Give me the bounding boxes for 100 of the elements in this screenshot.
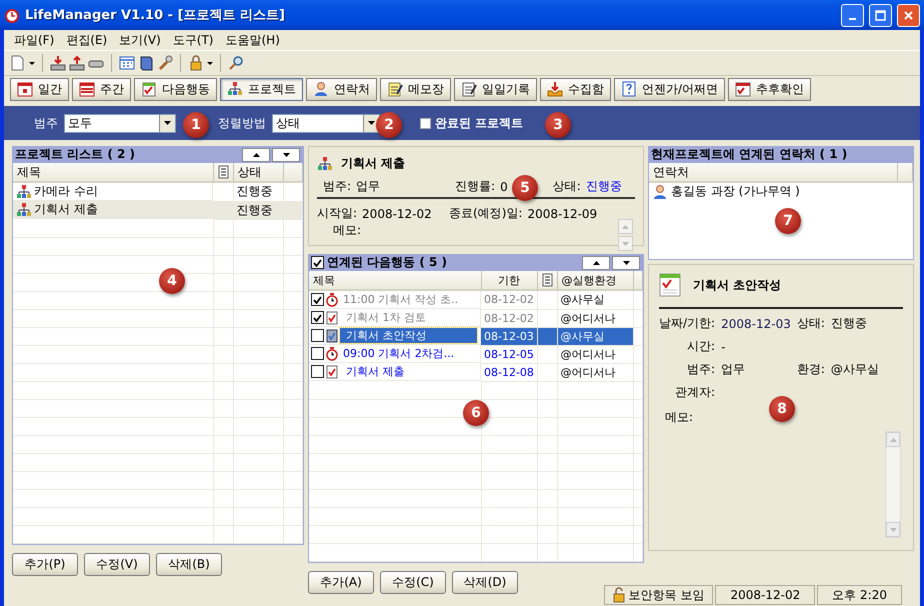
task-icon	[326, 364, 338, 378]
checkbox[interactable]	[420, 118, 431, 128]
action-button[interactable]: 추가(P)	[12, 552, 78, 576]
sort-dropdown[interactable]: 상태	[272, 114, 380, 132]
calendar-icon[interactable]	[119, 55, 135, 71]
stopwatch-icon	[326, 346, 338, 360]
wrench-icon[interactable]	[157, 55, 173, 71]
document-icon[interactable]	[10, 55, 26, 71]
field-label: 관계자:	[675, 384, 716, 401]
action-button[interactable]: 수정(C)	[380, 570, 446, 594]
scroll-up-button[interactable]	[582, 256, 610, 270]
tray-download-icon[interactable]	[50, 55, 66, 71]
tray-upload-icon[interactable]	[69, 55, 85, 71]
list-icon	[542, 273, 552, 287]
search-icon[interactable]	[228, 55, 244, 71]
minimize-button[interactable]	[841, 4, 864, 26]
checkbox[interactable]	[311, 365, 324, 378]
app-logo-icon	[4, 7, 20, 23]
nav-button[interactable]: 추후확인	[728, 78, 812, 100]
menu-item[interactable]: 파일(F)	[8, 32, 60, 48]
menu-item[interactable]: 보기(V)	[113, 32, 167, 48]
menu-item[interactable]: 도구(T)	[166, 32, 220, 48]
project-title: 기획서 제출	[341, 155, 406, 172]
field-value: 2008-12-02	[362, 206, 433, 220]
column-header[interactable]: 제목	[13, 163, 213, 182]
scroll-up-button[interactable]	[242, 148, 270, 162]
column-header[interactable]: 연락처	[649, 163, 897, 182]
checkbox[interactable]	[311, 256, 324, 269]
minimize-icon	[849, 18, 856, 20]
down-arrow-icon	[622, 260, 630, 264]
column-header[interactable]: 제목	[309, 271, 481, 290]
field-label: 상태:	[552, 178, 581, 195]
status-text: 보안항목 보임	[628, 586, 704, 604]
nav-button[interactable]: 주간	[72, 78, 131, 100]
caret-icon[interactable]	[207, 62, 213, 64]
column-header[interactable]: 기한	[481, 271, 537, 290]
close-button[interactable]	[897, 4, 920, 26]
sort-label: 정렬방법	[218, 114, 266, 132]
nav-button[interactable]: 일일기록	[454, 78, 537, 100]
action-button[interactable]: 삭제(D)	[452, 570, 518, 594]
column-header[interactable]: @실행환경	[557, 271, 633, 290]
dropdown-arrow-icon[interactable]	[164, 121, 171, 125]
inbox-icon	[547, 81, 563, 97]
nav-button[interactable]: 연락처	[306, 78, 377, 100]
action-title[interactable]: 11:00 기획서 작성 초..	[340, 292, 477, 307]
checkbox[interactable]	[311, 311, 324, 324]
checklist-icon	[659, 273, 681, 297]
field-label: 시간:	[687, 338, 716, 355]
field-label: 환경:	[796, 361, 825, 378]
checklist-icon	[141, 81, 157, 97]
person-icon	[313, 81, 329, 97]
nav-button[interactable]: 언젠가/어쩌면	[614, 78, 726, 100]
check-icon	[313, 296, 322, 304]
action-title[interactable]: 09:00 기획서 2차검...	[340, 346, 477, 361]
checkbox[interactable]	[311, 329, 324, 342]
menu-item[interactable]: 도움말(H)	[220, 32, 286, 48]
nav-button[interactable]: 수집함	[540, 78, 611, 100]
table-cell: 08-12-08	[481, 363, 537, 381]
scroll-down-button[interactable]	[612, 256, 640, 270]
field-label: 종료(예정)일:	[449, 205, 522, 222]
action-title[interactable]: 기획서 초안작성	[340, 328, 477, 343]
nav-button[interactable]: 프로젝트	[220, 78, 303, 100]
nav-button[interactable]: 일간	[10, 78, 69, 100]
notepad-icon	[461, 81, 477, 97]
field-value: 업무	[356, 178, 382, 195]
callout-marker: 8	[769, 396, 795, 422]
checkbox[interactable]	[311, 347, 324, 360]
action-title[interactable]: 기획서 1차 검토	[340, 310, 477, 325]
category-dropdown[interactable]: 모두	[64, 114, 176, 132]
action-title[interactable]: 기획서 제출	[340, 364, 477, 379]
nav-button[interactable]: 다음행동	[134, 78, 217, 100]
nav-button[interactable]: 메모장	[380, 78, 451, 100]
column-header[interactable]: 상태	[233, 163, 283, 182]
table-cell: 카메라 수리	[34, 183, 98, 200]
caret-icon[interactable]	[29, 62, 35, 64]
field-value: 2008-12-09	[527, 206, 598, 220]
action-button[interactable]: 수정(V)	[84, 552, 150, 576]
calendar-icon	[17, 81, 33, 97]
down-arrow-icon	[890, 528, 896, 532]
close-icon	[903, 10, 914, 20]
action-button[interactable]: 추가(A)	[308, 570, 374, 594]
project-row[interactable]: 기획서 제출	[13, 201, 213, 219]
menu-item[interactable]: 편집(E)	[60, 32, 114, 48]
hierarchy-icon	[16, 184, 32, 200]
hierarchy-icon	[16, 202, 32, 218]
action-button[interactable]: 삭제(B)	[156, 552, 222, 576]
dropdown-arrow-icon[interactable]	[368, 121, 375, 125]
table-cell: @어디서나	[557, 345, 633, 363]
maximize-button[interactable]	[869, 4, 892, 26]
book-icon[interactable]	[138, 55, 154, 71]
scroll-down-button[interactable]	[272, 148, 300, 162]
table-cell: @어디서나	[557, 363, 633, 381]
check-icon	[313, 314, 322, 322]
contact-name[interactable]: 홍길동 과장 (가나무역 )	[671, 183, 800, 200]
field-label: 시작일:	[317, 205, 358, 222]
checkbox[interactable]	[311, 293, 324, 306]
lock-icon[interactable]	[188, 55, 204, 71]
field-label: 범주:	[687, 361, 716, 378]
calendar-icon	[79, 81, 95, 97]
hierarchy-icon	[317, 156, 333, 172]
